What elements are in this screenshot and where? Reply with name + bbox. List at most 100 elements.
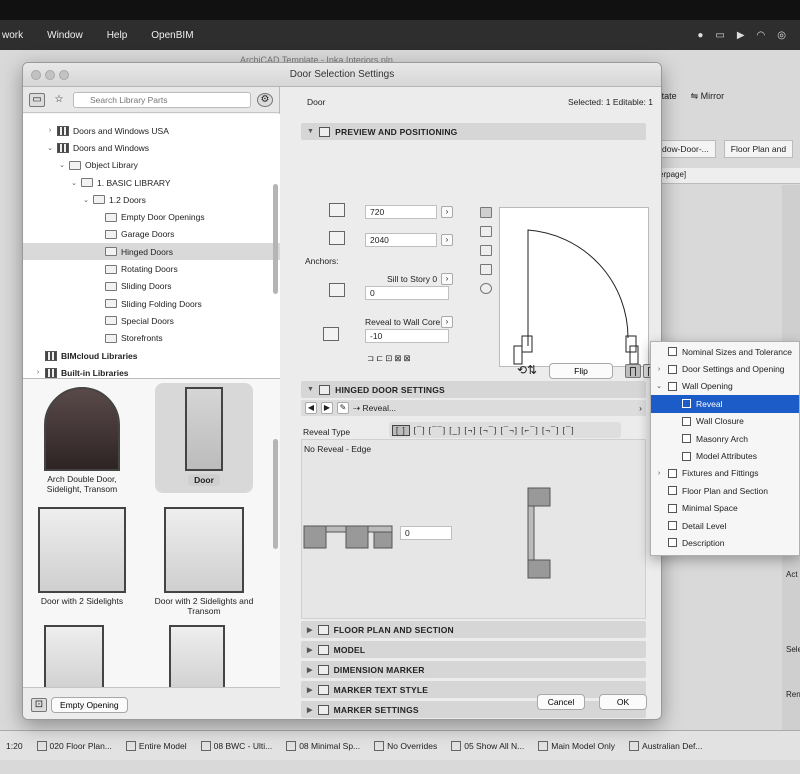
battery-icon[interactable]: ▭ (715, 30, 724, 41)
reveal-type-selector[interactable]: [ ] [¯] [¯¯] [_] [¬] [¬¯] [¯¬] [⌐¯] [¬¯]… (389, 422, 621, 438)
menu-openbim[interactable]: OpenBIM (139, 30, 205, 41)
settings-gear-icon[interactable]: ⚙ (257, 92, 273, 107)
sill-label[interactable]: Sill to Story 0 (387, 274, 437, 284)
status-item[interactable]: Entire Model (125, 740, 187, 751)
zoom-button[interactable] (59, 70, 69, 80)
menu-item[interactable]: Description (651, 534, 799, 551)
minimize-button[interactable] (45, 70, 55, 80)
tile-door[interactable]: Door (155, 383, 253, 493)
menu-item[interactable]: Masonry Arch (651, 430, 799, 447)
status-item[interactable]: Main Model Only (538, 740, 615, 751)
elevation-view-icon[interactable] (480, 226, 492, 237)
disclosure-arrow-icon[interactable]: › (45, 127, 55, 134)
tree-node[interactable]: ⌄ 1.2 Doors (23, 191, 280, 208)
tab-floor-plan[interactable]: Floor Plan and (723, 140, 794, 158)
3d-view-icon[interactable] (480, 245, 492, 256)
status-item[interactable]: 08 Minimal Sp... (286, 740, 360, 751)
tree-node[interactable]: Empty Door Openings (23, 208, 280, 225)
search-input[interactable] (73, 91, 251, 108)
status-item[interactable]: 1:20 (6, 741, 23, 751)
flip-button[interactable]: Flip (549, 363, 613, 379)
height-arrow-button[interactable]: › (441, 234, 453, 246)
menu-work[interactable]: work (0, 30, 35, 41)
tab-door-view[interactable]: dow-Door-... (655, 140, 716, 158)
tile-more-2[interactable] (169, 625, 225, 687)
menu-item[interactable]: Detail Level (651, 517, 799, 534)
status-item[interactable]: 08 BWC - Ulti... (200, 740, 272, 751)
collapsed-section[interactable]: ▶ FLOOR PLAN AND SECTION (301, 621, 646, 638)
mirror-tool[interactable]: ⇋ Mirror (691, 91, 725, 102)
close-button[interactable] (31, 70, 41, 80)
menu-item[interactable]: Floor Plan and Section (651, 482, 799, 499)
disclosure-arrow-icon[interactable]: ⌄ (45, 144, 55, 152)
record-icon[interactable]: ● (697, 30, 703, 41)
tree-node[interactable]: Sliding Folding Doors (23, 295, 280, 312)
menu-item[interactable]: Wall Closure (651, 413, 799, 430)
tile-door-2-sidelights[interactable]: Door with 2 Sidelights (29, 507, 135, 615)
tree-node[interactable]: › Built-in Libraries (23, 364, 280, 378)
tile-arch-double-door[interactable]: Arch Double Door, Sidelight, Transom (29, 387, 135, 494)
reveal-offset-input[interactable]: 0 (400, 526, 452, 540)
info-icon[interactable] (480, 283, 492, 294)
width-input[interactable]: 720 (365, 205, 437, 219)
sill-arrow-button[interactable]: › (441, 273, 453, 285)
tree-node[interactable]: Storefronts (23, 330, 280, 347)
floor-plan-view-icon[interactable] (480, 207, 492, 218)
reveal-wall-arrow-button[interactable]: › (441, 316, 453, 328)
status-item[interactable]: 020 Floor Plan... (36, 740, 112, 751)
menu-item[interactable]: Reveal (651, 395, 799, 413)
disclosure-arrow-icon[interactable]: ⌄ (57, 161, 67, 169)
width-arrow-button[interactable]: › (441, 206, 453, 218)
tile-door-2-sidelights-transom[interactable]: Door with 2 Sidelights and Transom (143, 507, 265, 621)
menu-window[interactable]: Window (35, 30, 95, 41)
control-center-icon[interactable]: ◎ (777, 30, 786, 41)
tree-node[interactable]: Special Doors (23, 312, 280, 329)
tree-node[interactable]: Garage Doors (23, 226, 280, 243)
next-page-button[interactable]: ▶ (321, 402, 333, 414)
tree-node[interactable]: ⌄ Doors and Windows (23, 139, 280, 156)
reveal-wall-input[interactable]: -10 (365, 329, 449, 343)
reveal-wall-label[interactable]: Reveal to Wall Core (365, 317, 440, 327)
page-dropdown[interactable]: ⇢ Reveal... › (353, 403, 646, 414)
status-item[interactable]: Australian Def... (629, 740, 703, 751)
wifi-icon[interactable]: ◠ (757, 30, 766, 41)
status-item[interactable]: No Overrides (374, 740, 437, 751)
section-view-icon[interactable] (480, 264, 492, 275)
tree-node[interactable]: BIMcloud Libraries (23, 347, 280, 364)
sill-input[interactable]: 0 (365, 286, 449, 300)
section-hinged-door-settings[interactable]: ▼ HINGED DOOR SETTINGS (301, 381, 646, 398)
tile-more-1[interactable] (41, 625, 107, 687)
page-edit-icon[interactable]: ✎ (337, 402, 349, 414)
tree-node[interactable]: Hinged Doors (23, 243, 280, 261)
section-preview-positioning[interactable]: ▼ PREVIEW AND POSITIONING (301, 123, 646, 140)
tree-node[interactable]: Rotating Doors (23, 260, 280, 277)
tree-node[interactable]: ⌄ 1. BASIC LIBRARY (23, 174, 280, 191)
ok-button[interactable]: OK (599, 694, 647, 710)
collapsed-section[interactable]: ▶ DIMENSION MARKER (301, 661, 646, 678)
disclosure-arrow-icon[interactable]: ⌄ (69, 179, 79, 187)
mirror-swing-icon[interactable]: ⟲⇅ (517, 363, 537, 377)
height-input[interactable]: 2040 (365, 233, 437, 247)
reveal-type-options[interactable]: [¯] [¯¯] [_] [¬] [¬¯] [¯¬] [⌐¯] [¬¯] [¯] (414, 426, 575, 435)
collapsed-section[interactable]: ▶ MODEL (301, 641, 646, 658)
empty-opening-button[interactable]: Empty Opening (51, 696, 128, 713)
tree-node[interactable]: Sliding Doors (23, 278, 280, 295)
menu-item[interactable]: › Door Settings and Opening (651, 360, 799, 377)
reveal-type-option-selected[interactable]: [ ] (392, 424, 410, 436)
folder-view-icon[interactable]: ▭ (29, 92, 45, 107)
empty-opening-icon[interactable]: ⊡ (31, 697, 47, 712)
tree-scrollbar[interactable] (273, 184, 278, 294)
menu-item[interactable]: Minimal Space (651, 500, 799, 517)
disclosure-arrow-icon[interactable]: › (33, 369, 43, 376)
menu-help[interactable]: Help (95, 30, 140, 41)
menu-item[interactable]: Model Attributes (651, 447, 799, 464)
disclosure-arrow-icon[interactable]: ⌄ (81, 196, 91, 204)
tree-node[interactable]: › Doors and Windows USA (23, 122, 280, 139)
menu-item[interactable]: › Fixtures and Fittings (651, 465, 799, 482)
tree-node[interactable]: ⌄ Object Library (23, 157, 280, 174)
status-item[interactable]: 05 Show All N... (451, 740, 524, 751)
menu-item[interactable]: ⌄ Wall Opening (651, 378, 799, 395)
previous-page-button[interactable]: ◀ (305, 402, 317, 414)
anchor-options-icons[interactable]: ⊐⊏⊡⊠⊠ (367, 353, 413, 364)
left-hand-door-icon[interactable]: ∏ (625, 364, 641, 378)
